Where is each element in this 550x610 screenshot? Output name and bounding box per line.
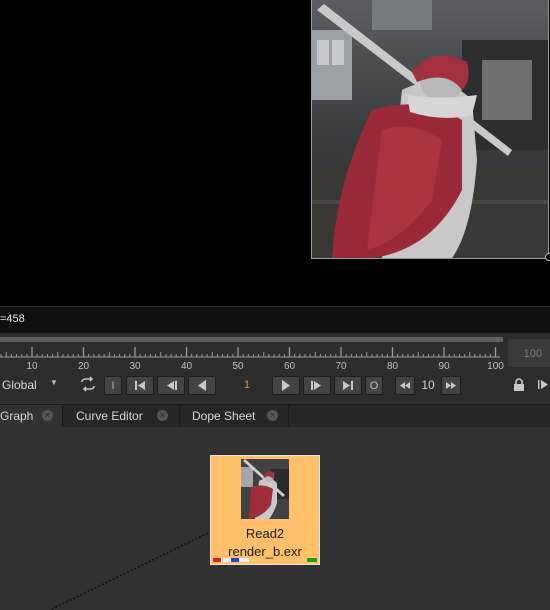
- play-forward-icon: [282, 380, 290, 391]
- node-channel-indicators: [213, 558, 317, 562]
- viewer-info-bar: =458: [0, 306, 550, 334]
- ruler-tick-label: 30: [129, 361, 141, 372]
- close-icon[interactable]: ×: [42, 410, 53, 421]
- tab-curve-editor[interactable]: Curve Editor ×: [64, 405, 180, 427]
- ruler-tick-label: 60: [284, 361, 296, 372]
- playback-mode-button[interactable]: [534, 376, 550, 395]
- timeline[interactable]: 10 20 30 40 50 60 70 80 90 100 100: [0, 333, 550, 373]
- previous-keyframe-button[interactable]: [157, 376, 185, 395]
- skip-to-start-icon: [135, 381, 145, 390]
- tab-label: Curve Editor: [76, 409, 143, 423]
- viewer-image: [311, 0, 549, 259]
- ruler-tick-label: 20: [78, 361, 90, 372]
- frame-range-scope-dropdown[interactable]: Global: [2, 378, 37, 392]
- ruler-tick-label: 50: [232, 361, 244, 372]
- red-channel-indicator: [213, 558, 221, 562]
- viewer-corner-handle[interactable]: [545, 253, 550, 261]
- node-thumbnail: [241, 459, 289, 519]
- timeline-ruler[interactable]: 10 20 30 40 50 60 70 80 90 100: [0, 344, 505, 374]
- current-frame-field[interactable]: 1: [222, 376, 272, 395]
- ruler-tick-label: 100: [487, 361, 504, 372]
- close-icon[interactable]: ×: [157, 410, 168, 421]
- viewer-panel[interactable]: [0, 0, 550, 306]
- lock-button[interactable]: [510, 376, 528, 395]
- ruler-tick-label: 80: [387, 361, 399, 372]
- tab-dope-sheet[interactable]: Dope Sheet ×: [181, 405, 289, 427]
- lock-icon: [514, 378, 524, 391]
- play-backward-icon: [198, 380, 206, 391]
- node-name: Read2: [245, 526, 285, 541]
- next-keyframe-button[interactable]: [303, 376, 331, 395]
- next-keyframe-icon: [311, 381, 321, 390]
- alpha-channel-indicator: [239, 558, 249, 562]
- tab-label: Graph: [0, 409, 34, 423]
- step-forward-button[interactable]: [441, 376, 461, 395]
- previous-keyframe-icon: [167, 381, 177, 390]
- ruler-tick-label: 90: [438, 361, 450, 372]
- timeline-track[interactable]: [0, 337, 503, 342]
- close-icon[interactable]: ×: [267, 410, 278, 421]
- last-frame-button[interactable]: [334, 376, 362, 395]
- read-node[interactable]: Read2 render_b.exr: [210, 455, 320, 565]
- play-backward-button[interactable]: [188, 376, 216, 395]
- skip-to-end-icon: [343, 381, 353, 390]
- end-frame-value: 100: [523, 348, 542, 360]
- rewind-icon: [400, 382, 410, 389]
- transport-bar: Global ▼ I 1 O 10: [0, 373, 550, 401]
- step-back-button[interactable]: [395, 376, 415, 395]
- play-forward-button[interactable]: [272, 376, 300, 395]
- ruler-tick-label: 70: [335, 361, 347, 372]
- play-mode-icon: [538, 380, 548, 389]
- first-frame-button[interactable]: [126, 376, 154, 395]
- set-out-point-button[interactable]: O: [365, 376, 383, 395]
- fast-forward-icon: [446, 382, 456, 389]
- set-in-point-button[interactable]: I: [104, 376, 122, 395]
- chevron-down-icon[interactable]: ▼: [50, 378, 58, 387]
- ruler-tick-label: 40: [181, 361, 193, 372]
- tab-node-graph[interactable]: Graph ×: [0, 405, 63, 427]
- panel-tab-bar: Graph × Curve Editor × Dope Sheet ×: [0, 404, 550, 428]
- channel-separator: [221, 558, 231, 562]
- green-channel-indicator: [307, 558, 317, 562]
- ruler-tick-label: 10: [26, 361, 38, 372]
- viewer-info-text: =458: [0, 313, 25, 325]
- blue-channel-indicator: [231, 558, 239, 562]
- tab-label: Dope Sheet: [192, 409, 256, 423]
- loop-icon: [81, 376, 95, 392]
- loop-mode-button[interactable]: [76, 376, 100, 395]
- end-frame-box[interactable]: 100: [508, 339, 550, 367]
- node-graph-canvas[interactable]: Read2 render_b.exr: [0, 427, 550, 610]
- frame-increment-field[interactable]: 10: [418, 376, 438, 395]
- node-file-label: render_b.exr: [228, 544, 302, 559]
